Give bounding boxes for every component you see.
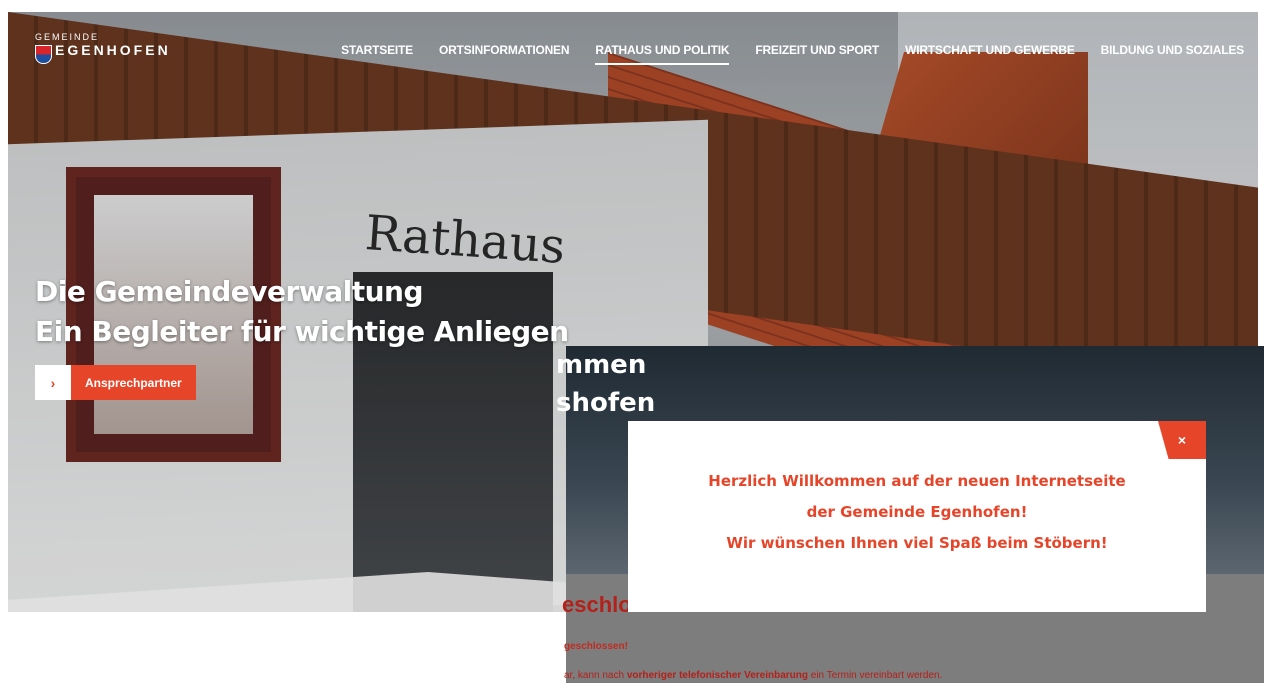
- notice-line-2: ar, kann nach vorheriger telefonischer V…: [564, 670, 943, 681]
- cta-label: Ansprechpartner: [71, 365, 196, 400]
- close-icon[interactable]: ×: [1158, 421, 1206, 459]
- crest-icon: [35, 45, 52, 64]
- background-page-headline: mmen shofen: [556, 346, 655, 422]
- chevron-right-icon: ›: [35, 365, 71, 400]
- nav-bildung-und-soziales[interactable]: BILDUNG UND SOZIALES: [1101, 43, 1245, 65]
- nav-ortsinformationen[interactable]: ORTSINFORMATIONEN: [439, 43, 570, 65]
- modal-line-3: Wir wünschen Ihnen viel Spaß beim Stöber…: [726, 534, 1108, 552]
- background-fragment-1: mmen: [556, 350, 647, 380]
- background-fragment-2: shofen: [556, 388, 656, 418]
- modal-message: Herzlich Willkommen auf der neuen Intern…: [628, 466, 1206, 559]
- site-logo[interactable]: GEMEINDE EGENHOFEN: [35, 32, 171, 64]
- nav-startseite[interactable]: STARTSEITE: [341, 43, 413, 65]
- ansprechpartner-button[interactable]: › Ansprechpartner: [35, 365, 196, 400]
- hero-headline: Die Gemeindeverwaltung Ein Begleiter für…: [35, 272, 569, 352]
- nav-rathaus-und-politik[interactable]: RATHAUS UND POLITIK: [595, 43, 730, 65]
- notice-line-1: geschlossen!: [564, 641, 628, 652]
- main-nav: STARTSEITE ORTSINFORMATIONEN RATHAUS UND…: [341, 43, 1244, 65]
- welcome-modal: × Herzlich Willkommen auf der neuen Inte…: [628, 421, 1206, 612]
- hero-line-1: Die Gemeindeverwaltung: [35, 275, 423, 308]
- logo-subtitle: GEMEINDE: [35, 32, 100, 42]
- modal-line-1: Herzlich Willkommen auf der neuen Intern…: [708, 472, 1126, 490]
- hero-line-2: Ein Begleiter für wichtige Anliegen: [35, 315, 569, 348]
- logo-title: EGENHOFEN: [55, 42, 171, 58]
- modal-line-2: der Gemeinde Egenhofen!: [806, 503, 1028, 521]
- nav-wirtschaft-und-gewerbe[interactable]: WIRTSCHAFT UND GEWERBE: [905, 43, 1075, 65]
- nav-freizeit-und-sport[interactable]: FREIZEIT UND SPORT: [755, 43, 879, 65]
